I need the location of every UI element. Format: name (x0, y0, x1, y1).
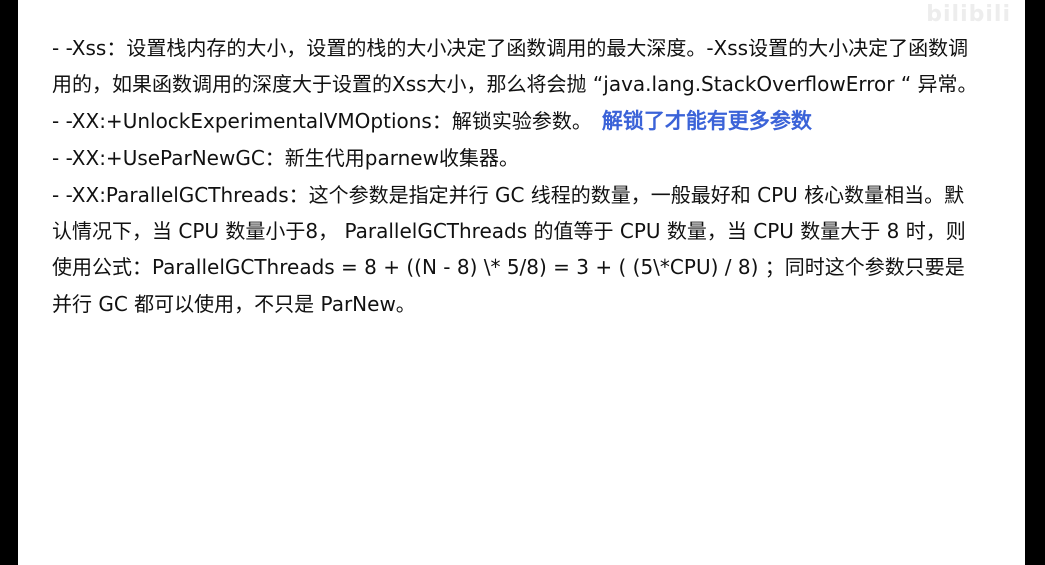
unlock-experimental-paragraph: - -XX:+UnlockExperimentalVMOptions：解锁实验参… (52, 103, 982, 140)
use-parnew-paragraph: - -XX:+UseParNewGC：新生代用parnew收集器。 (52, 146, 519, 171)
bilibili-watermark: bilibili (926, 2, 1011, 27)
handwritten-annotation: 解锁了才能有更多参数 (601, 109, 812, 133)
xss-paragraph: - -Xss：设置栈内存的大小，设置的栈的大小决定了函数调用的最大深度。-Xss… (52, 36, 978, 97)
notes-body: - -Xss：设置栈内存的大小，设置的栈的大小决定了函数调用的最大深度。-Xss… (52, 30, 982, 322)
slide-canvas: bilibili - -Xss：设置栈内存的大小，设置的栈的大小决定了函数调用的… (18, 0, 1025, 565)
parallel-gc-threads-paragraph: - -XX:ParallelGCThreads：这个参数是指定并行 GC 线程的… (52, 182, 966, 316)
unlock-experimental-text: - -XX:+UnlockExperimentalVMOptions：解锁实验参… (52, 108, 592, 133)
